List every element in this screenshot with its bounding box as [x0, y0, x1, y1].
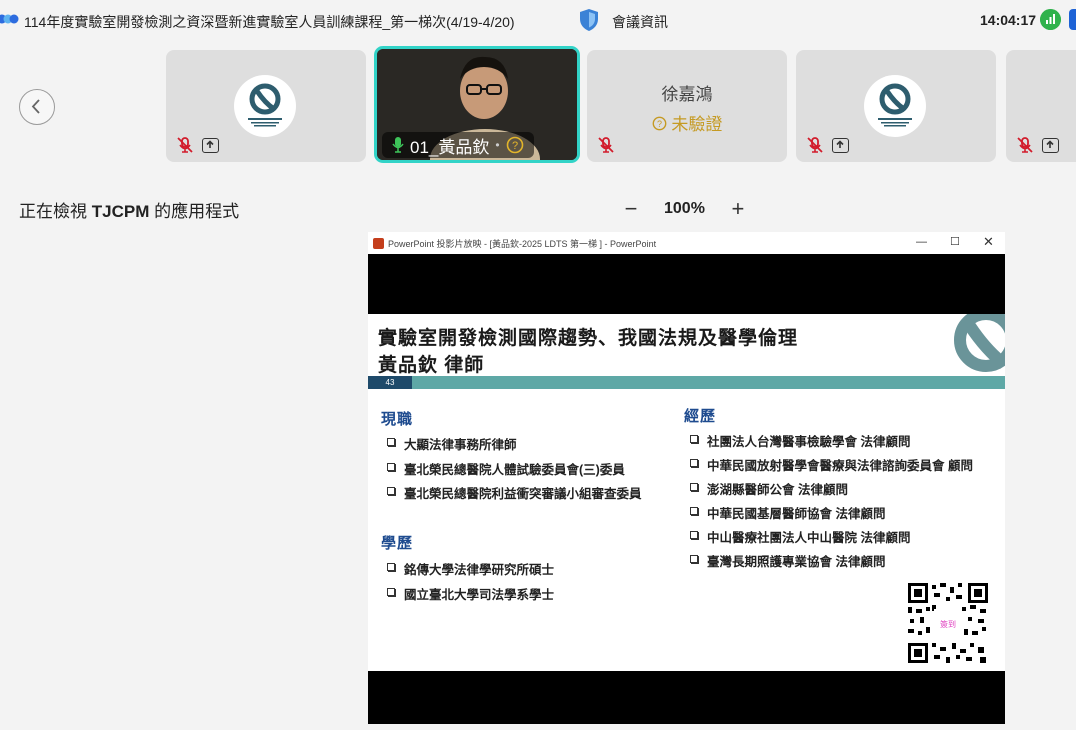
list-item: 臺北榮民總醫院人體試驗委員會(三)委員: [381, 459, 642, 484]
tjcpm-logo-icon: [954, 314, 1005, 372]
participant-tile[interactable]: 徐嘉鴻 ? 未驗證: [587, 50, 787, 162]
app-logo-icon: [0, 14, 19, 24]
zoom-in-button[interactable]: +: [727, 196, 749, 222]
share-screen-icon: [202, 138, 219, 153]
tjcpm-logo-icon: [878, 83, 912, 127]
participant-tile-active-speaker[interactable]: 01_黃品欽 • ?: [374, 46, 580, 163]
speaker-name-label: 01_黃品欽 • ?: [382, 132, 534, 158]
shield-icon[interactable]: [578, 8, 600, 32]
meeting-topbar: 114年度實驗室開發檢測之資深暨新進實驗室人員訓練課程_第一梯次(4/19-4/…: [0, 0, 1076, 42]
list-item: 中山醫療社團法人中山醫院 法律顧問: [684, 527, 973, 551]
minimize-icon: —: [916, 236, 927, 248]
view-toggle-button[interactable]: [1069, 9, 1076, 30]
zoom-level: 100%: [664, 200, 705, 217]
list-item: 臺北榮民總醫院利益衝突審議小組審查委員: [381, 483, 642, 508]
slide-subtitle: 黃品欽 律師: [378, 355, 485, 376]
meeting-title: 114年度實驗室開發檢測之資深暨新進實驗室人員訓練課程_第一梯次(4/19-4/…: [24, 14, 515, 30]
powerpoint-window-title: PowerPoint 投影片放映 - [黃品欽-2025 LDTS 第一梯 ] …: [388, 238, 657, 249]
zoom-out-button[interactable]: −: [620, 196, 642, 222]
list-item: 大顯法律事務所律師: [381, 434, 642, 459]
qr-code-image: 簽到: [908, 583, 988, 663]
experience-list: 社團法人台灣醫事檢驗學會 法律顧問 中華民國放射醫學會醫療與法律諮詢委員會 顧問…: [684, 431, 973, 575]
org-logo-avatar: [864, 75, 926, 137]
zoom-control: − 100% +: [620, 196, 749, 222]
shared-screen[interactable]: PowerPoint 投影片放映 - [黃品欽-2025 LDTS 第一梯 ] …: [368, 232, 1005, 724]
mic-muted-icon: [177, 137, 193, 153]
mic-muted-icon: [807, 137, 823, 153]
mic-on-icon: [392, 137, 404, 153]
viewing-share-label: 正在檢視 TJCPM 的應用程式: [19, 202, 240, 221]
mic-muted-icon: [598, 137, 614, 153]
mic-muted-icon: [1017, 137, 1033, 153]
help-circle-icon: ?: [652, 116, 667, 131]
participant-name: 徐嘉鴻: [661, 85, 713, 104]
list-item: 銘傳大學法律學研究所碩士: [381, 559, 554, 584]
presentation-slide: 實驗室開發檢測國際趨勢、我國法規及醫學倫理 黃品欽 律師 43 現職 大顯法律事…: [368, 314, 1005, 671]
speaker-name: 01_黃品欽: [410, 137, 490, 157]
svg-text:?: ?: [512, 140, 518, 152]
connection-signal-icon[interactable]: [1040, 9, 1061, 30]
education-heading: 學歷: [381, 535, 414, 552]
education-list: 銘傳大學法律學研究所碩士 國立臺北大學司法學系學士: [381, 559, 554, 608]
share-screen-icon: [832, 138, 849, 153]
powerpoint-icon: [373, 237, 384, 249]
list-item: 澎湖縣醫師公會 法律顧問: [684, 479, 973, 503]
meeting-info-button[interactable]: 會議資訊: [612, 12, 668, 32]
list-item: 中華民國放射醫學會醫療與法律諮詢委員會 顧問: [684, 455, 973, 479]
prev-page-button[interactable]: [19, 89, 55, 125]
qr-center-label: 簽到: [940, 619, 956, 629]
meeting-timer: 14:04:17: [980, 12, 1037, 28]
list-item: 中華民國基層醫師協會 法律顧問: [684, 503, 973, 527]
participant-tile[interactable]: [1006, 50, 1076, 162]
slide-title: 實驗室開發檢測國際趨勢、我國法規及醫學倫理: [378, 328, 799, 349]
slide-number: 43: [368, 376, 412, 389]
org-logo-avatar: [234, 75, 296, 137]
list-item: 國立臺北大學司法學系學士: [381, 584, 554, 609]
chevron-left-icon: [31, 99, 40, 114]
powerpoint-titlebar: PowerPoint 投影片放映 - [黃品欽-2025 LDTS 第一梯 ] …: [368, 232, 1005, 254]
current-position-list: 大顯法律事務所律師 臺北榮民總醫院人體試驗委員會(三)委員 臺北榮民總醫院利益衝…: [381, 434, 642, 508]
svg-text:?: ?: [657, 119, 662, 129]
qr-code: 簽到: [908, 583, 988, 663]
participant-tile[interactable]: [166, 50, 366, 162]
current-position-heading: 現職: [381, 411, 414, 428]
experience-heading: 經歷: [684, 408, 717, 425]
unverified-status: ? 未驗證: [587, 110, 787, 135]
close-icon: ✕: [983, 234, 994, 249]
tjcpm-logo-icon: [248, 83, 282, 127]
maximize-icon: ☐: [950, 236, 960, 248]
slide-title-bar: [368, 376, 1005, 389]
list-item: 臺灣長期照護專業協會 法律顧問: [684, 551, 973, 575]
list-item: 社團法人台灣醫事檢驗學會 法律顧問: [684, 431, 973, 455]
share-screen-icon: [1042, 138, 1059, 153]
participant-tile[interactable]: [796, 50, 996, 162]
help-circle-icon[interactable]: ?: [506, 136, 524, 154]
